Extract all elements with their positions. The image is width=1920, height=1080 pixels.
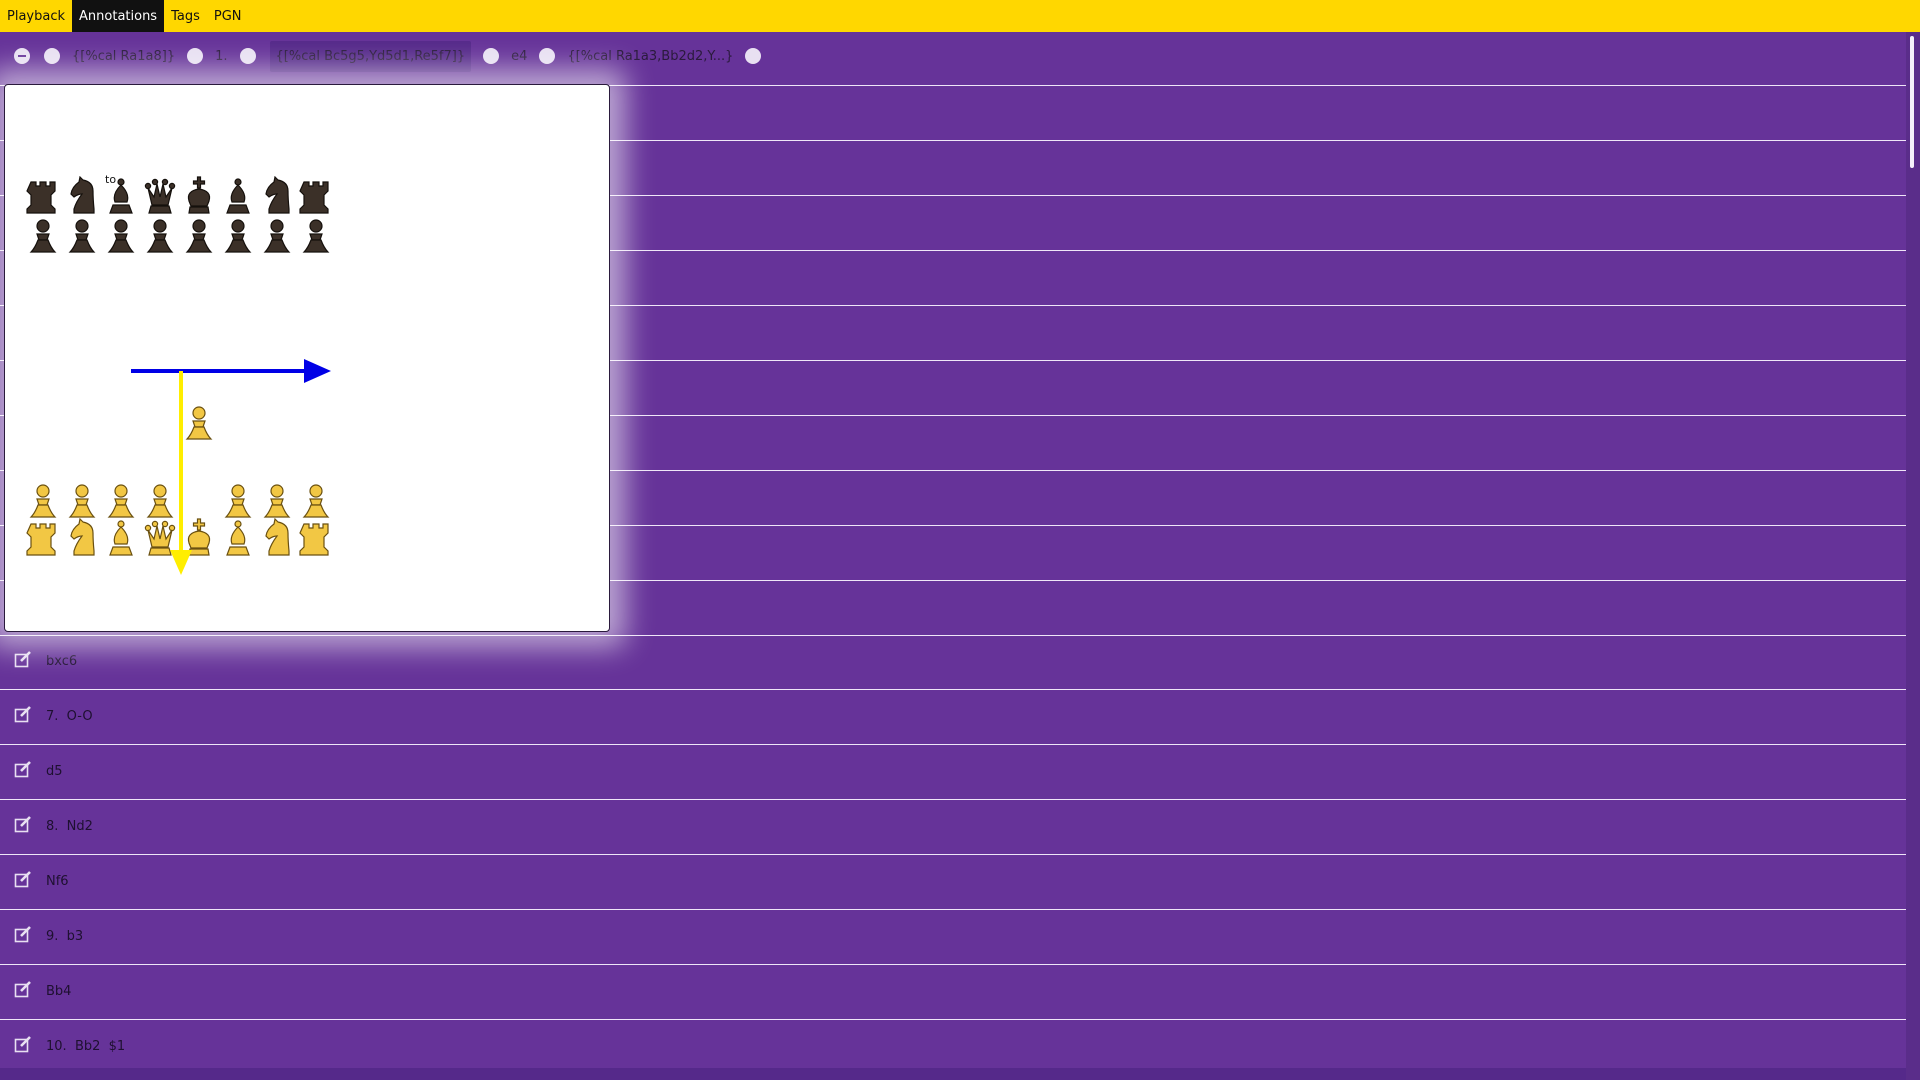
edit-icon[interactable] bbox=[14, 760, 32, 778]
move-row[interactable]: d5 bbox=[0, 746, 1906, 800]
move-label: 10. Bb2 $1 bbox=[46, 1039, 126, 1054]
move-label: 8. Nd2 bbox=[46, 819, 93, 834]
collapse-icon[interactable] bbox=[14, 48, 30, 64]
comment-text[interactable]: {[%cal Ra1a8]} bbox=[72, 49, 175, 64]
tab-annotations[interactable]: Annotations bbox=[72, 0, 165, 32]
insert-point-icon[interactable] bbox=[187, 48, 204, 64]
horizontal-scrollbar[interactable] bbox=[0, 1068, 1906, 1080]
edit-icon[interactable] bbox=[14, 705, 32, 723]
edit-icon[interactable] bbox=[14, 980, 32, 998]
move-label: Bb4 bbox=[46, 984, 72, 999]
insert-point-icon[interactable] bbox=[745, 48, 762, 64]
comment-text-selected[interactable]: {[%cal Bc5g5,Yd5d1,Re5f7]} bbox=[269, 40, 472, 72]
insert-point-icon[interactable] bbox=[44, 48, 60, 64]
tab-playback[interactable]: Playback bbox=[0, 0, 72, 32]
comment-text[interactable]: {[%cal Ra1a3,Bb2d2,Y...} bbox=[567, 49, 733, 64]
arrow-d5-d1 bbox=[170, 371, 192, 575]
scrollbar-thumb[interactable] bbox=[1910, 36, 1914, 168]
arrow-c5-g5 bbox=[131, 359, 331, 383]
move-label: d5 bbox=[46, 764, 63, 779]
move-label: 9. b3 bbox=[46, 929, 84, 944]
tab-pgn[interactable]: PGN bbox=[207, 0, 249, 32]
move-text[interactable]: e4 bbox=[511, 49, 527, 64]
edit-icon[interactable] bbox=[14, 925, 32, 943]
edit-icon[interactable] bbox=[14, 1035, 32, 1053]
annotation-control-line: {[%cal Ra1a8]} 1. {[%cal Bc5g5,Yd5d1,Re5… bbox=[0, 36, 762, 76]
move-row[interactable]: Nf6 bbox=[0, 856, 1906, 910]
move-row[interactable]: Bb4 bbox=[0, 966, 1906, 1020]
move-row[interactable]: 9. b3 bbox=[0, 911, 1906, 965]
insert-point-icon[interactable] bbox=[239, 48, 256, 64]
move-label: bxc6 bbox=[46, 654, 78, 669]
tab-tags[interactable]: Tags bbox=[164, 0, 207, 32]
edit-icon[interactable] bbox=[14, 815, 32, 833]
move-row[interactable]: 7. O-O bbox=[0, 691, 1906, 745]
insert-point-icon[interactable] bbox=[539, 48, 556, 64]
board-preview-popup: to bbox=[4, 84, 610, 632]
insert-point-icon[interactable] bbox=[483, 48, 500, 64]
move-row[interactable]: bxc6 bbox=[0, 636, 1906, 690]
move-label: Nf6 bbox=[46, 874, 69, 889]
edit-icon[interactable] bbox=[14, 650, 32, 668]
edit-icon[interactable] bbox=[14, 870, 32, 888]
move-number: 1. bbox=[215, 48, 228, 64]
vertical-scrollbar[interactable] bbox=[1906, 32, 1920, 1080]
annotation-arrows bbox=[131, 359, 331, 575]
move-row[interactable]: 8. Nd2 bbox=[0, 801, 1906, 855]
move-row[interactable]: 10. Bb2 $1 bbox=[0, 1021, 1906, 1075]
top-tab-bar: Playback Annotations Tags PGN bbox=[0, 0, 1920, 32]
move-label: 7. O-O bbox=[46, 709, 93, 724]
